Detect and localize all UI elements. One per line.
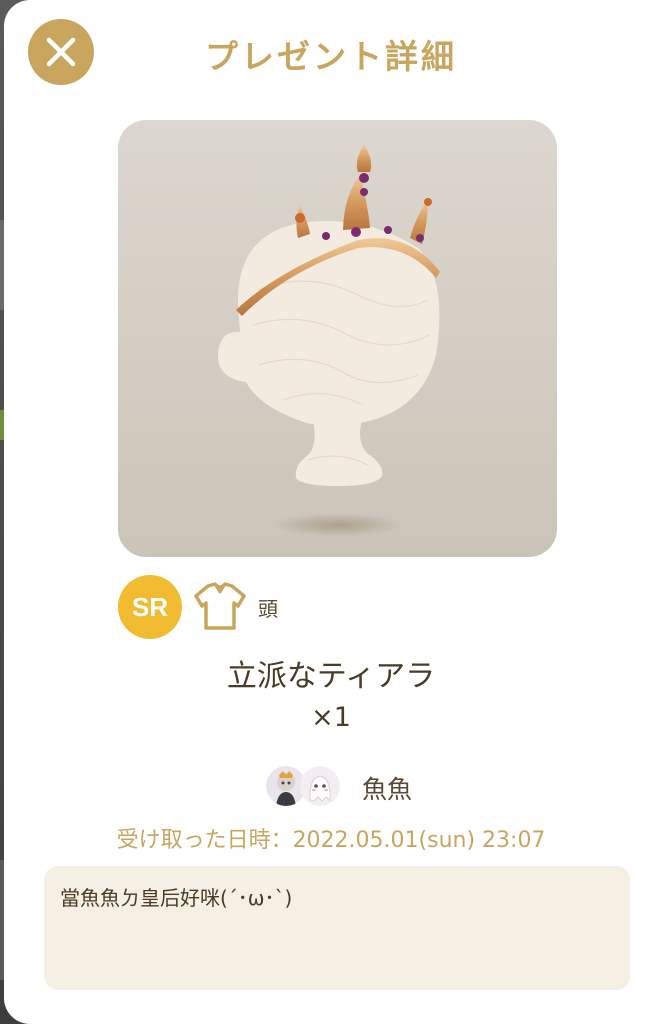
item-preview-image [118,120,557,557]
item-name: 立派なティアラ [226,659,436,694]
message-box: 當魚魚ㄉ皇后好咪(´･ω･`) [44,866,630,990]
avatar-ghost [300,766,340,806]
tiara-mannequin-image [217,145,440,537]
sender-name: 魚魚 [362,775,413,804]
category-label: 頭 [258,597,278,621]
message-text: 當魚魚ㄉ皇后好咪(´･ω･`) [60,886,293,910]
shirt-icon [190,576,250,636]
received-datetime: 受け取った日時：2022.05.01(sun) 23:07 [116,828,546,853]
rarity-badge: SR [118,575,182,639]
item-quantity: ×1 [311,702,351,733]
modal-title: プレゼント詳細 [205,37,457,76]
